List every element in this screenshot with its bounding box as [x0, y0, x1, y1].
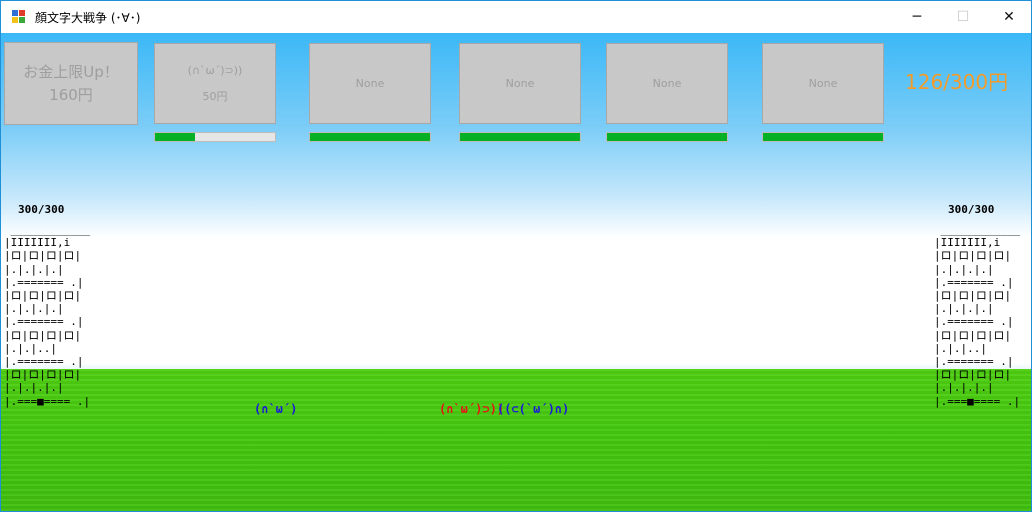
card-price: 160円 [49, 86, 93, 104]
app-icon [12, 10, 26, 24]
cooldown-bar-5 [762, 132, 884, 142]
unit-card-3[interactable]: None [459, 43, 581, 124]
battlefield: お金上限Up！ 160円 (∩`ω´)⊃)) 50円 None None Non… [1, 33, 1031, 511]
cooldown-fill [310, 133, 430, 141]
cooldown-fill [607, 133, 727, 141]
player-castle: ____________ |IIIIIII,i |ロ|ロ|ロ|ロ| |.|.|.… [4, 223, 91, 408]
cooldown-bar-2 [309, 132, 431, 142]
cooldown-bar-1 [154, 132, 276, 142]
card-label: お金上限Up！ [23, 63, 119, 81]
enemy-castle-hp: 300/300 [948, 203, 995, 216]
player-castle-hp: 300/300 [18, 203, 65, 216]
card-label: (∩`ω´)⊃)) [187, 63, 243, 77]
money-cap-upgrade-button[interactable]: お金上限Up！ 160円 [4, 42, 138, 125]
card-label: None [355, 76, 385, 90]
player-unit: ((⊂(`ω´)∩) [497, 402, 570, 416]
cooldown-fill [763, 133, 883, 141]
cooldown-bar-4 [606, 132, 728, 142]
grass-ground [1, 369, 1031, 511]
card-price: 50円 [202, 89, 228, 103]
cooldown-bar-3 [459, 132, 581, 142]
player-unit: (∩`ω´) [254, 402, 298, 416]
unit-card-4[interactable]: None [606, 43, 728, 124]
card-label: None [808, 76, 838, 90]
unit-card-5[interactable]: None [762, 43, 884, 124]
unit-card-1[interactable]: (∩`ω´)⊃)) 50円 [154, 43, 276, 124]
enemy-unit: (∩`ω´)⊃)) [439, 402, 505, 416]
close-button[interactable]: ✕ [986, 1, 1031, 33]
unit-card-2[interactable]: None [309, 43, 431, 124]
card-label: None [652, 76, 682, 90]
game-window: 顔文字大戦争 (･∀･) ─ ☐ ✕ お金上限Up！ 160円 (∩`ω´)⊃)… [0, 0, 1032, 512]
card-label: None [505, 76, 535, 90]
minimize-button[interactable]: ─ [894, 1, 940, 33]
money-counter: 126/300円 [905, 70, 1009, 94]
cooldown-fill [155, 133, 195, 141]
maximize-button[interactable]: ☐ [940, 1, 986, 33]
window-title: 顔文字大戦争 (･∀･) [35, 11, 141, 25]
title-bar: 顔文字大戦争 (･∀･) ─ ☐ ✕ [1, 1, 1031, 33]
enemy-castle: ____________ |IIIIIII,i |ロ|ロ|ロ|ロ| |.|.|.… [934, 223, 1021, 408]
cooldown-fill [460, 133, 580, 141]
